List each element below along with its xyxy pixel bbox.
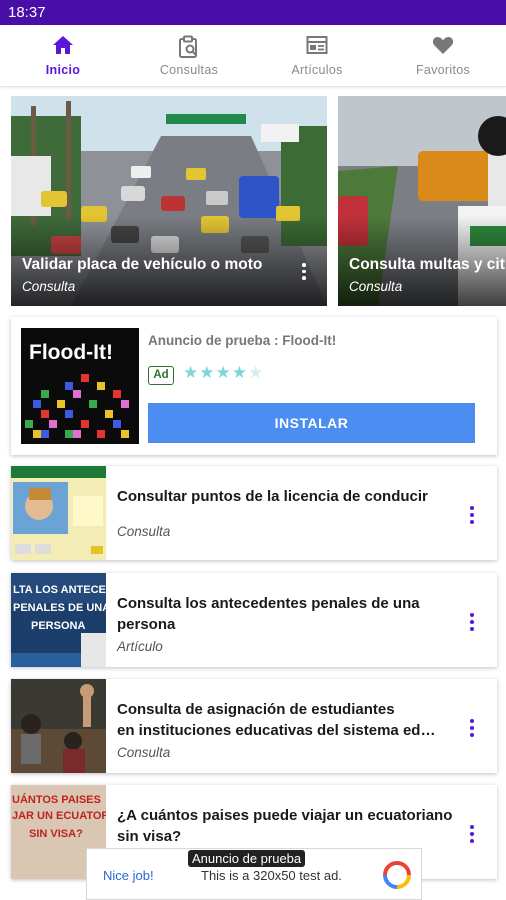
- carousel-card-type: Consulta: [22, 279, 76, 294]
- list-item-title: Consulta de asignación de estudiantes en…: [117, 699, 457, 741]
- tab-favoritos-label: Favoritos: [415, 63, 471, 77]
- list-item[interactable]: LTA LOS ANTECE PENALES DE UNA PERSONA Co…: [11, 573, 497, 667]
- list-item-type: Consulta: [117, 524, 171, 539]
- native-ad-card[interactable]: Flood-It! Anuncio de prueba: Flood-It! …: [11, 317, 497, 455]
- more-options-icon[interactable]: [469, 825, 475, 845]
- svg-text:PENALES DE UNA: PENALES DE UNA: [13, 602, 106, 614]
- list-item-title-line2: en instituciones educativas del sistema …: [117, 722, 436, 739]
- list-item[interactable]: Consultar puntos de la licencia de condu…: [11, 466, 497, 560]
- more-options-icon[interactable]: [301, 263, 307, 283]
- status-time: 18:37: [8, 4, 46, 21]
- status-bar: 18:37: [0, 0, 506, 25]
- home-icon: [53, 36, 73, 54]
- tab-consultas[interactable]: Consultas: [136, 25, 242, 87]
- star-icon: ★: [183, 363, 200, 382]
- list-item-type: Artículo: [117, 639, 163, 654]
- svg-text:SIN VISA?: SIN VISA?: [29, 828, 83, 840]
- heart-icon: [432, 37, 454, 54]
- thumbnail-licencia: [11, 466, 106, 560]
- svg-text:UÁNTOS PAISES: UÁNTOS PAISES: [12, 793, 101, 806]
- ad-logo-blocks: [25, 374, 129, 438]
- newspaper-icon: [306, 36, 328, 54]
- svg-text:LTA LOS ANTECE: LTA LOS ANTECE: [13, 584, 106, 596]
- tab-favoritos[interactable]: Favoritos: [390, 25, 496, 87]
- list-item-title: ¿A cuántos paises puede viajar un ecuato…: [117, 807, 453, 845]
- tab-articulos-label: Artículos: [291, 63, 343, 77]
- carousel-card-title: Consulta multas y cit: [349, 256, 505, 273]
- banner-ad-tag: Anuncio de prueba: [188, 850, 306, 867]
- svg-text:PERSONA: PERSONA: [31, 620, 85, 632]
- more-options-icon[interactable]: [469, 613, 475, 633]
- ad-title: Anuncio de prueba : Flood-It!: [148, 333, 337, 348]
- banner-ad-description: This is a 320x50 test ad.: [201, 868, 342, 883]
- more-options-icon[interactable]: [469, 506, 475, 526]
- star-empty-icon: ★: [248, 363, 265, 382]
- svg-text:JAR UN ECUATORI: JAR UN ECUATORI: [12, 810, 106, 822]
- list-item-title: Consultar puntos de la licencia de condu…: [117, 488, 428, 505]
- list-item-title-line1: Consulta de asignación de estudiantes: [117, 701, 395, 718]
- tab-consultas-label: Consultas: [159, 63, 219, 77]
- tab-inicio[interactable]: Inicio: [10, 25, 116, 87]
- banner-ad-nice-text: Nice job!: [103, 868, 154, 883]
- ad-app-logo: Flood-It!: [21, 328, 139, 444]
- more-options-icon[interactable]: [469, 719, 475, 739]
- ad-badge: Ad: [148, 366, 174, 385]
- ad-choices-icon[interactable]: [383, 861, 411, 889]
- top-navigation: Inicio Consultas Artículos Favoritos: [0, 25, 506, 87]
- list-item-type: Consulta: [117, 745, 171, 760]
- tab-articulos[interactable]: Artículos: [264, 25, 370, 87]
- star-icon: ★: [231, 363, 248, 382]
- thumbnail-antecedentes: LTA LOS ANTECE PENALES DE UNA PERSONA: [11, 573, 106, 667]
- list-item[interactable]: Consulta de asignación de estudiantes en…: [11, 679, 497, 773]
- carousel-card-type: Consulta: [349, 279, 403, 294]
- star-icon: ★: [199, 363, 216, 382]
- tab-inicio-label: Inicio: [45, 63, 81, 77]
- carousel-card-title: Validar placa de vehículo o moto: [22, 256, 263, 273]
- clipboard-search-icon: [179, 35, 197, 58]
- banner-ad[interactable]: Nice job! This is a 320x50 test ad. Anun…: [86, 848, 422, 900]
- star-icon: ★: [215, 363, 232, 382]
- install-button[interactable]: INSTALAR: [148, 403, 475, 443]
- list-item-title: Consulta los antecedentes penales de una…: [117, 595, 420, 633]
- carousel-card-multas[interactable]: Consulta multas y cit Consulta: [338, 96, 506, 306]
- thumbnail-estudiantes: [11, 679, 106, 773]
- carousel-card-placa[interactable]: Validar placa de vehículo o moto Consult…: [11, 96, 327, 306]
- ad-rating-stars: ★★★★★: [183, 363, 264, 383]
- featured-carousel[interactable]: Validar placa de vehículo o moto Consult…: [0, 96, 506, 306]
